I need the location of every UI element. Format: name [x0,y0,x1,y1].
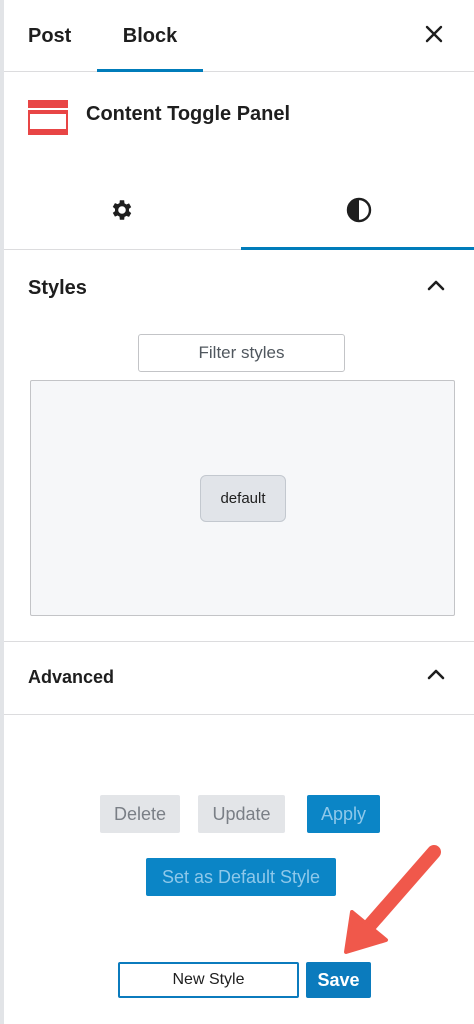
tab-styles[interactable] [241,175,474,250]
apply-button[interactable]: Apply [307,795,380,833]
active-subtab-indicator [241,247,474,250]
chevron-up-icon [427,667,445,685]
styles-list: default [30,380,455,616]
toggle-panel-icon [26,98,70,138]
set-default-style-button[interactable]: Set as Default Style [146,858,336,896]
inspector-tabs: Post Block [4,0,474,72]
style-item-default[interactable]: default [200,475,286,522]
block-card: Content Toggle Panel [4,73,474,163]
block-inspector-panel: Post Block Content Toggle Panel Styles F… [0,0,474,1024]
styles-section-title: Styles [28,277,87,299]
update-button[interactable]: Update [198,795,285,833]
filter-styles-input[interactable] [138,334,345,372]
advanced-section-title: Advanced [28,667,115,687]
annotation-arrow-icon [334,840,449,960]
close-button[interactable] [418,20,450,52]
block-title: Content Toggle Panel [86,103,291,125]
section-divider [4,714,474,715]
tab-post[interactable]: Post [28,0,71,72]
save-button[interactable]: Save [306,962,371,998]
contrast-icon [346,197,372,228]
tab-block[interactable]: Block [97,0,203,72]
chevron-up-icon [427,278,445,296]
inspector-subtabs [4,175,474,250]
advanced-collapse-toggle[interactable] [422,662,450,690]
section-divider [4,641,474,642]
gear-icon [109,197,135,228]
active-tab-indicator [97,69,203,72]
new-style-button[interactable]: New Style [118,962,299,998]
close-icon [425,25,443,48]
styles-collapse-toggle[interactable] [422,273,450,301]
delete-button[interactable]: Delete [100,795,180,833]
tab-settings[interactable] [4,175,239,250]
